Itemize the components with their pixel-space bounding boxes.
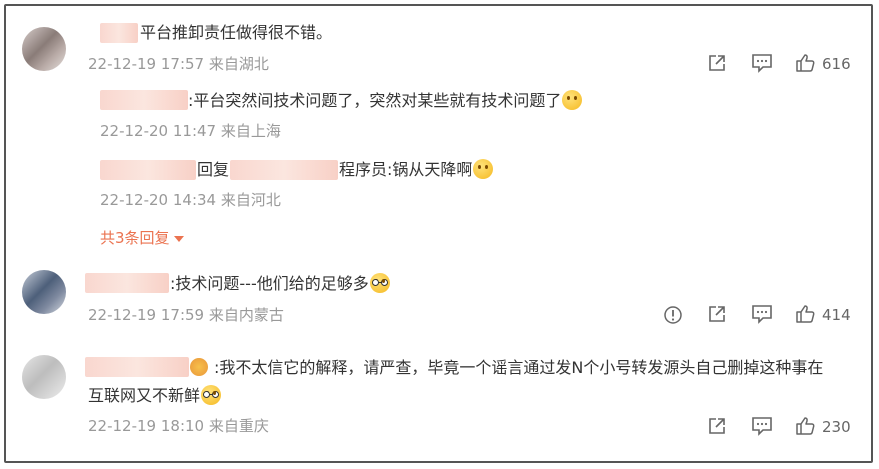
comment-time: 22-12-19 18:10 <box>88 417 205 435</box>
thinking-emoji-icon <box>562 90 583 110</box>
expand-replies-label: 共3条回复 <box>100 229 170 247</box>
username-blurred[interactable] <box>85 357 189 377</box>
share-icon[interactable] <box>707 304 727 324</box>
username-blurred[interactable] <box>100 23 138 43</box>
expand-replies-link[interactable]: 共3条回复 <box>100 228 184 248</box>
thumbs-up-icon[interactable] <box>795 53 815 73</box>
comment-time: 22-12-19 17:57 <box>88 55 205 73</box>
reply-text-content: :平台突然间技术问题了，突然对某些就有技术问题了 <box>188 91 562 110</box>
like-count: 230 <box>822 418 851 436</box>
username-blurred[interactable] <box>230 160 338 180</box>
reply-location: 来自上海 <box>220 122 281 140</box>
reply-time: 22-12-20 11:47 <box>100 122 217 140</box>
comment-meta: 22-12-19 18:10 来自重庆 <box>88 416 269 436</box>
username-blurred[interactable] <box>100 160 196 180</box>
reply-meta: 22-12-20 11:47 来自上海 <box>100 121 281 141</box>
report-icon[interactable] <box>663 305 683 325</box>
like-count: 616 <box>822 55 851 73</box>
username-blurred[interactable] <box>100 90 188 110</box>
reply-word: 回复 <box>197 160 230 179</box>
comment-time: 22-12-19 17:59 <box>88 306 205 324</box>
caret-down-icon <box>173 235 184 242</box>
reply-text: :平台突然间技术问题了，突然对某些就有技术问题了 <box>188 90 583 112</box>
comment-text-content: 互联网又不新鲜 <box>88 386 201 405</box>
glasses-emoji-icon <box>201 385 222 405</box>
avatar[interactable] <box>22 27 66 71</box>
like-count: 414 <box>822 306 851 324</box>
comment-location: 来自内蒙古 <box>208 306 284 324</box>
shush-emoji-icon <box>473 159 494 179</box>
reply-time: 22-12-20 14:34 <box>100 191 217 209</box>
avatar[interactable] <box>22 355 66 399</box>
reply-text-content: 程序员:锅从天降啊 <box>339 160 473 179</box>
username-blurred[interactable] <box>85 273 169 293</box>
comment-location: 来自湖北 <box>208 55 269 73</box>
reply-meta: 22-12-20 14:34 来自河北 <box>100 190 281 210</box>
share-icon[interactable] <box>707 416 727 436</box>
share-icon[interactable] <box>707 53 727 73</box>
avatar[interactable] <box>22 270 66 314</box>
comment-text: :技术问题---他们给的足够多 <box>170 273 390 295</box>
comment-icon[interactable] <box>751 416 773 436</box>
reply-location: 来自河北 <box>220 191 281 209</box>
comment-meta: 22-12-19 17:57 来自湖北 <box>88 54 269 74</box>
reply-text: 程序员:锅从天降啊 <box>339 159 494 181</box>
thumbs-up-icon[interactable] <box>795 416 815 436</box>
user-badge-icon <box>190 358 208 376</box>
comment-text: 平台推卸责任做得很不错。 <box>140 23 333 42</box>
glasses-emoji-icon <box>369 273 390 293</box>
thumbs-up-icon[interactable] <box>795 304 815 324</box>
comment-icon[interactable] <box>751 53 773 73</box>
comment-text-content: :技术问题---他们给的足够多 <box>170 274 369 293</box>
comment-text-line2: 互联网又不新鲜 <box>88 385 222 407</box>
comment-location: 来自重庆 <box>208 417 269 435</box>
comment-icon[interactable] <box>751 304 773 324</box>
comment-meta: 22-12-19 17:59 来自内蒙古 <box>88 305 284 325</box>
comment-text-line1: :我不太信它的解释，请严查，毕竟一个谣言通过发N个小号转发源头自己删掉这种事在 <box>214 358 824 377</box>
